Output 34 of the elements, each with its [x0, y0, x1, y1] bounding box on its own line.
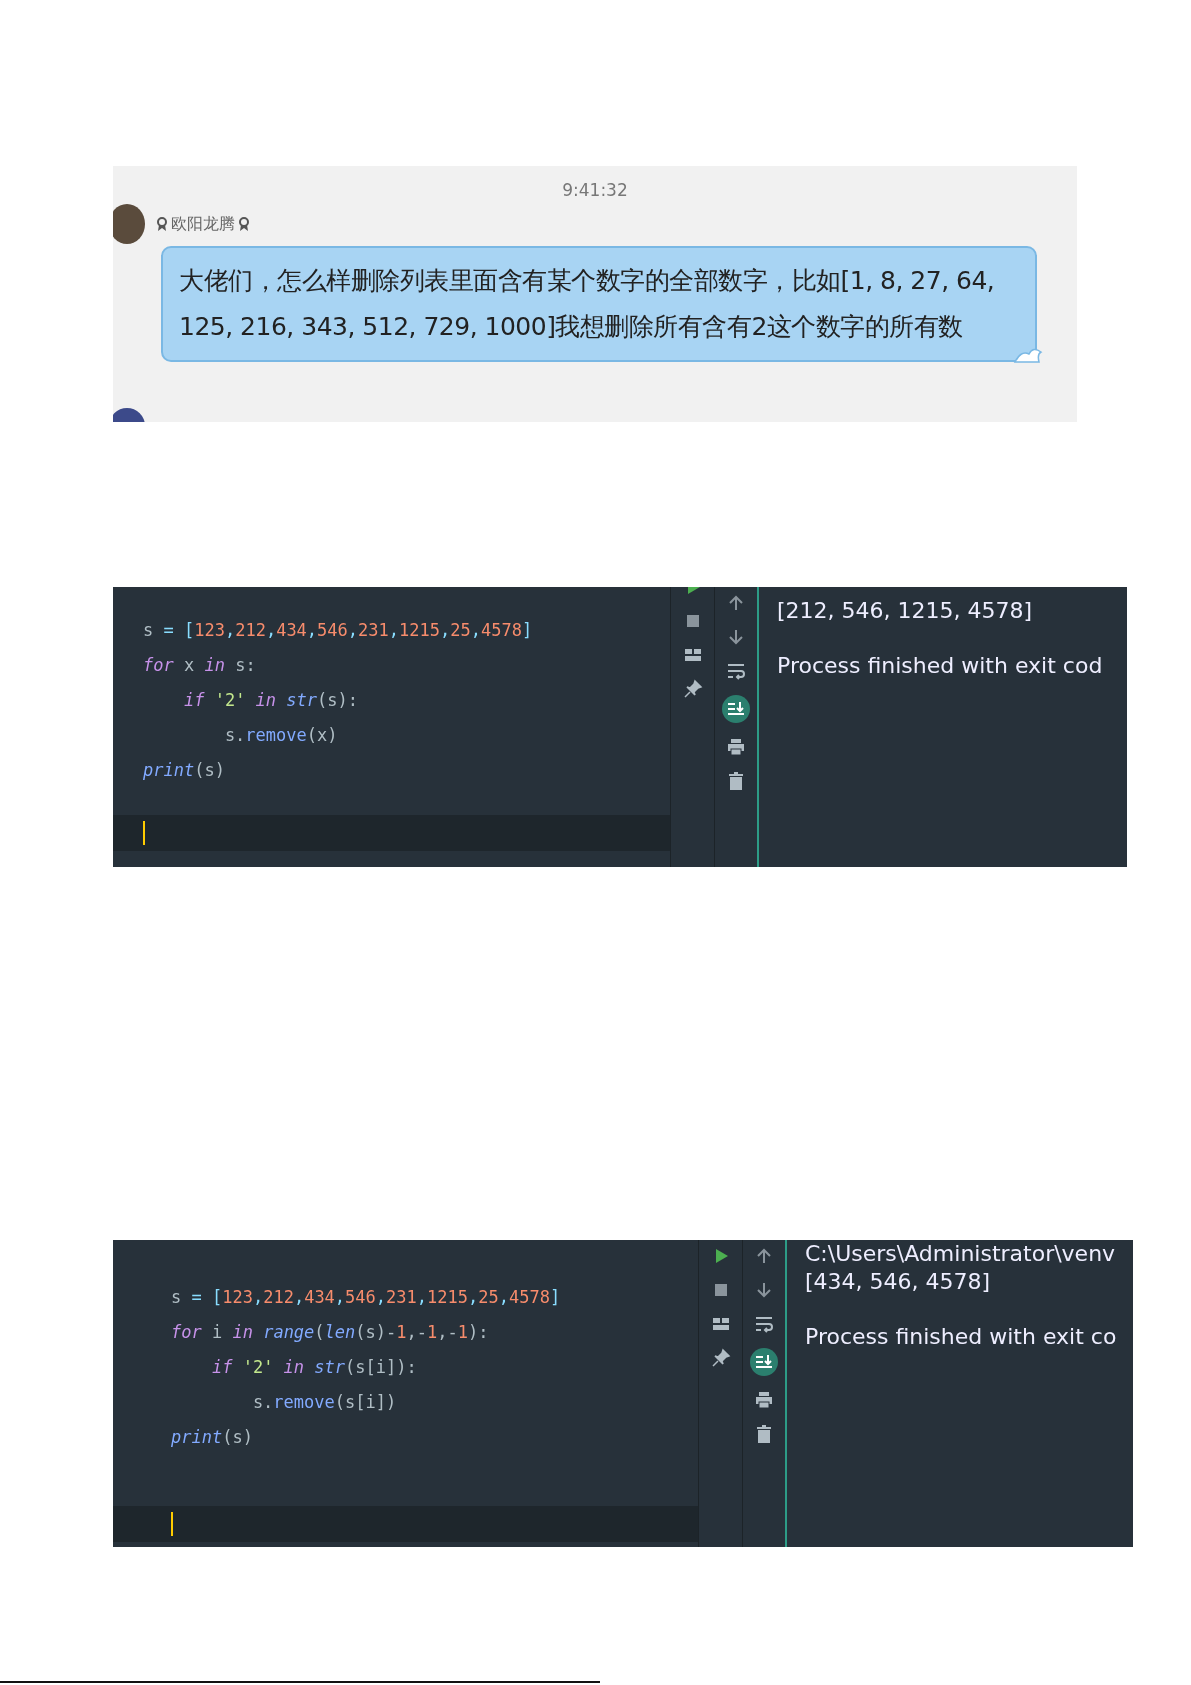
avatar: [113, 203, 145, 244]
printer-icon[interactable]: [754, 1390, 774, 1410]
console-output: C:\Users\Administrator\venv: [805, 1240, 1117, 1268]
code-line: s = [123,212,434,546,231,1215,25,4578]: [171, 1286, 562, 1309]
trash-icon[interactable]: [726, 771, 746, 791]
down-arrow-icon[interactable]: [754, 1280, 774, 1300]
sender-name: 欧阳龙腾: [171, 212, 235, 235]
wrap-icon[interactable]: [754, 1314, 774, 1334]
code-line: s.remove(x): [223, 724, 339, 747]
scroll-to-end-icon[interactable]: [722, 695, 750, 723]
trash-icon[interactable]: [754, 1424, 774, 1444]
code-line: print(s): [171, 1426, 254, 1449]
code-line: s = [123,212,434,546,231,1215,25,4578]: [143, 619, 534, 642]
scroll-to-end-icon[interactable]: [750, 1348, 778, 1376]
console-output: [434, 546, 4578]: [805, 1268, 992, 1296]
code-line: if '2' in str(s):: [182, 689, 359, 712]
code-line: print(s): [143, 759, 226, 782]
code-line: for x in s:: [143, 654, 257, 677]
code-line: for i in range(len(s)-1,-1,-1):: [171, 1321, 490, 1344]
console-output: Process finished with exit co: [805, 1323, 1117, 1351]
text-cursor: [143, 821, 145, 845]
down-arrow-icon[interactable]: [726, 627, 746, 647]
pin-icon[interactable]: [682, 679, 703, 699]
console-output: Process finished with exit cod: [777, 652, 1103, 680]
code-line: s.remove(s[i]): [251, 1391, 398, 1414]
text-cursor: [171, 1512, 173, 1536]
pin-icon[interactable]: [710, 1348, 731, 1368]
code-line: if '2' in str(s[i]):: [210, 1356, 418, 1379]
message-time: 9:41:32: [561, 179, 629, 202]
wrap-icon[interactable]: [726, 661, 746, 681]
badge-icon: [238, 215, 250, 232]
console-output: [212, 546, 1215, 4578]: [777, 597, 1034, 625]
badge-icon: [156, 215, 168, 232]
printer-icon[interactable]: [726, 737, 746, 757]
